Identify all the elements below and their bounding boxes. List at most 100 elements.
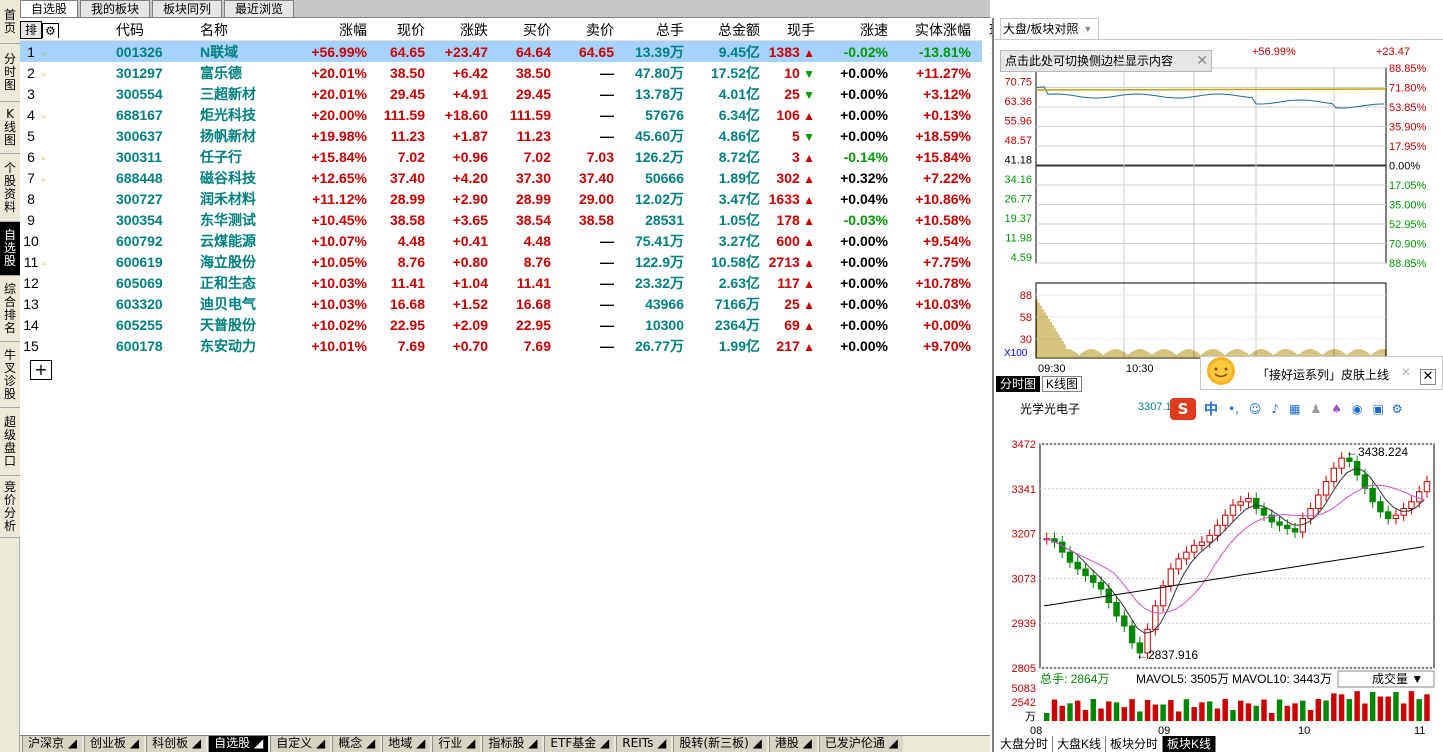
bottom-tab-8[interactable]: 指标股 ◢: [482, 736, 543, 752]
vol-ma10: MAVOL10: 3443万: [1232, 672, 1332, 686]
skin-popup[interactable]: 「接好运系列」皮肤上线 ✕ ✕: [1200, 356, 1443, 390]
table-row[interactable]: 4 ▫ 688167 炬光科技 +20.00% 111.59 +18.60 111.59 — 57…: [20, 104, 1031, 125]
bottom-tab-13[interactable]: 已发沪伦通 ◢: [818, 736, 903, 752]
column-header-1[interactable]: ⚙: [42, 22, 70, 38]
table-row[interactable]: 1 ▫ 001326 N联域 +56.99% 64.65 +23.47 64.64 64.65 1…: [20, 41, 1031, 62]
table-row[interactable]: 3 300554 三超新材 +20.01% 29.45 +4.91 29.45 — 13.78万…: [20, 83, 1031, 104]
bid: 7.69: [523, 337, 551, 354]
column-header-13[interactable]: 实体涨幅: [888, 20, 971, 40]
popup-close-icon[interactable]: ✕: [1401, 365, 1411, 379]
table-row[interactable]: 13 603320 迪贝电气 +10.03% 16.68 +1.52 16.68 — 43966…: [20, 293, 1031, 314]
column-header-8[interactable]: 卖价: [551, 20, 614, 40]
kv-bar: [1408, 691, 1415, 721]
tab-3[interactable]: 最近浏览: [224, 0, 295, 17]
amount: 1.99亿: [718, 337, 760, 354]
tab-kline[interactable]: K线图: [1042, 376, 1083, 392]
keyboard-icon[interactable]: ▦: [1289, 402, 1300, 416]
ime-toolbar[interactable]: S 中 •, ☺ ♪ ▦ ♟ ♠ ◉ ▣ ⚙: [1170, 396, 1442, 422]
sidebar-item-7[interactable]: 超级盘口: [0, 408, 20, 476]
bottom-tab-5[interactable]: 概念 ◢: [332, 736, 381, 752]
change-pct: +20.01%: [311, 64, 367, 81]
bottom-tab-7[interactable]: 行业 ◢: [432, 736, 481, 752]
column-header-6[interactable]: 涨跌: [425, 20, 488, 40]
close-icon[interactable]: ✕: [1196, 51, 1208, 71]
volume: 43966: [645, 295, 684, 312]
table-row[interactable]: 15 600178 东安动力 +10.01% 7.69 +0.70 7.69 — 26.77万 1…: [20, 335, 1031, 356]
bottom-tab-0[interactable]: 沪深京 ◢: [22, 736, 83, 752]
grid-icon[interactable]: ▣: [1372, 402, 1383, 416]
column-header-3[interactable]: 名称: [186, 20, 296, 40]
sogou-icon[interactable]: S: [1170, 398, 1196, 420]
table-row[interactable]: 9 300354 东华测试 +10.45% 38.58 +3.65 38.54 38.58 28…: [20, 209, 1031, 230]
footer-tab-1[interactable]: 大盘K线: [1053, 736, 1107, 752]
sidebar-item-6[interactable]: 牛叉诊股: [0, 342, 20, 408]
column-header-0[interactable]: 排: [20, 21, 42, 39]
table-row[interactable]: 5 300637 扬帆新材 +19.98% 11.23 +1.87 11.23 — 45.60万…: [20, 125, 1031, 146]
footer-tab-0[interactable]: 大盘分时: [996, 736, 1054, 752]
amount: 4.01亿: [718, 85, 760, 102]
footer-tab-2[interactable]: 板块分时: [1106, 736, 1164, 752]
table-row[interactable]: 14 605255 天普股份 +10.02% 22.95 +2.09 22.95 — 10300…: [20, 314, 1031, 335]
column-header-10[interactable]: 总金额: [684, 20, 760, 40]
settings-icon[interactable]: ⚙: [42, 23, 59, 38]
bid: 11.23: [516, 127, 551, 144]
stock-name: 扬帆新材: [200, 127, 256, 144]
sidebar-item-1[interactable]: 分时图: [0, 44, 20, 102]
close-icon[interactable]: ✕: [1420, 369, 1436, 385]
tab-intraday[interactable]: 分时图: [996, 376, 1041, 392]
bottom-tab-3[interactable]: 自选股 ◢: [208, 736, 269, 752]
column-header-9[interactable]: 总手: [614, 20, 684, 40]
gear-icon[interactable]: ⚙: [1392, 402, 1403, 416]
bottom-tab-9[interactable]: ETF基金 ◢: [544, 736, 615, 752]
sidebar-item-8[interactable]: 竞价分析: [0, 476, 20, 538]
emoji-icon[interactable]: ☺: [1249, 402, 1262, 416]
column-header-5[interactable]: 现价: [371, 20, 425, 40]
sidebar-item-3[interactable]: 个股资料: [0, 154, 20, 222]
game-icon[interactable]: ◉: [1352, 402, 1362, 416]
sidebar-switch-hint[interactable]: 点击此处可切换侧边栏显示内容 ✕: [1000, 50, 1212, 72]
bottom-tab-10[interactable]: REITs ◢: [616, 736, 672, 752]
table-row[interactable]: 2 ▫ 301297 富乐德 +20.01% 38.50 +6.42 38.50 — 47.80万…: [20, 62, 1031, 83]
sidebar-item-label: 牛叉诊股: [3, 347, 16, 401]
bottom-tab-12[interactable]: 港股 ◢: [768, 736, 817, 752]
shirt-icon[interactable]: ♠: [1331, 402, 1342, 416]
ime-lang[interactable]: 中: [1204, 399, 1218, 419]
table-row[interactable]: 6 ▫ 300311 任子行 +15.84% 7.02 +0.96 7.02 7.03 126.2…: [20, 146, 1031, 167]
table-row[interactable]: 8 300727 润禾材料 +11.12% 28.99 +2.90 28.99 29.00 12…: [20, 188, 1031, 209]
sidebar-item-4[interactable]: 自选股: [0, 222, 20, 276]
tab-2[interactable]: 板块同列: [152, 0, 223, 17]
table-row[interactable]: 10 600792 云煤能源 +10.07% 4.48 +0.41 4.48 — 75.41万 3…: [20, 230, 1031, 251]
table-row[interactable]: 7 ▫ 688448 磁谷科技 +12.65% 37.40 +4.20 37.30 37.40 5…: [20, 167, 1031, 188]
kv-bar: [1160, 704, 1166, 721]
add-stock-button[interactable]: +: [30, 360, 52, 380]
right-axis-label: 0.00%: [1389, 161, 1420, 173]
bottom-tab-6[interactable]: 地域 ◢: [382, 736, 431, 752]
bottom-tab-1[interactable]: 创业板 ◢: [84, 736, 145, 752]
price: 22.95: [389, 316, 425, 333]
column-header-4[interactable]: 涨幅: [296, 20, 371, 40]
sidebar-item-5[interactable]: 综合排名: [0, 276, 20, 342]
table-row[interactable]: 12 605069 正和生态 +10.03% 11.41 +1.04 11.41 — 23.32…: [20, 272, 1031, 293]
kline-xaxis-label: 11: [1414, 725, 1425, 736]
column-header-12[interactable]: 涨速: [815, 20, 888, 40]
sidebar-item-2[interactable]: K线图: [0, 102, 20, 154]
bottom-tab-2[interactable]: 科创板 ◢: [146, 736, 207, 752]
change: +0.80: [452, 253, 488, 270]
user-icon[interactable]: ♟: [1310, 402, 1321, 416]
column-header-7[interactable]: 买价: [488, 20, 551, 40]
bottom-tab-11[interactable]: 股转(新三板) ◢: [673, 736, 767, 752]
panel-title[interactable]: 大盘/板块对照: [1000, 17, 1100, 40]
volume-select-label: 成交量 ▼: [1372, 671, 1423, 686]
tab-0[interactable]: 自选股: [20, 0, 79, 17]
kv-bar: [1152, 704, 1159, 721]
bottom-tab-4[interactable]: 自定义 ◢: [270, 736, 331, 752]
row-index: 12: [23, 274, 39, 291]
table-row[interactable]: 11 ▫ 600619 海立股份 +10.05% 8.76 +0.80 8.76 — 122.9万…: [20, 251, 1031, 272]
mic-icon[interactable]: ♪: [1271, 402, 1279, 416]
column-header-11[interactable]: 现手: [760, 20, 815, 40]
sidebar-item-0[interactable]: 首页: [0, 0, 20, 44]
footer-tab-3[interactable]: 板块K线: [1163, 736, 1217, 752]
column-header-2[interactable]: 代码: [70, 20, 186, 40]
tab-1[interactable]: 我的板块: [80, 0, 151, 17]
punct-icon[interactable]: •,: [1228, 402, 1239, 416]
